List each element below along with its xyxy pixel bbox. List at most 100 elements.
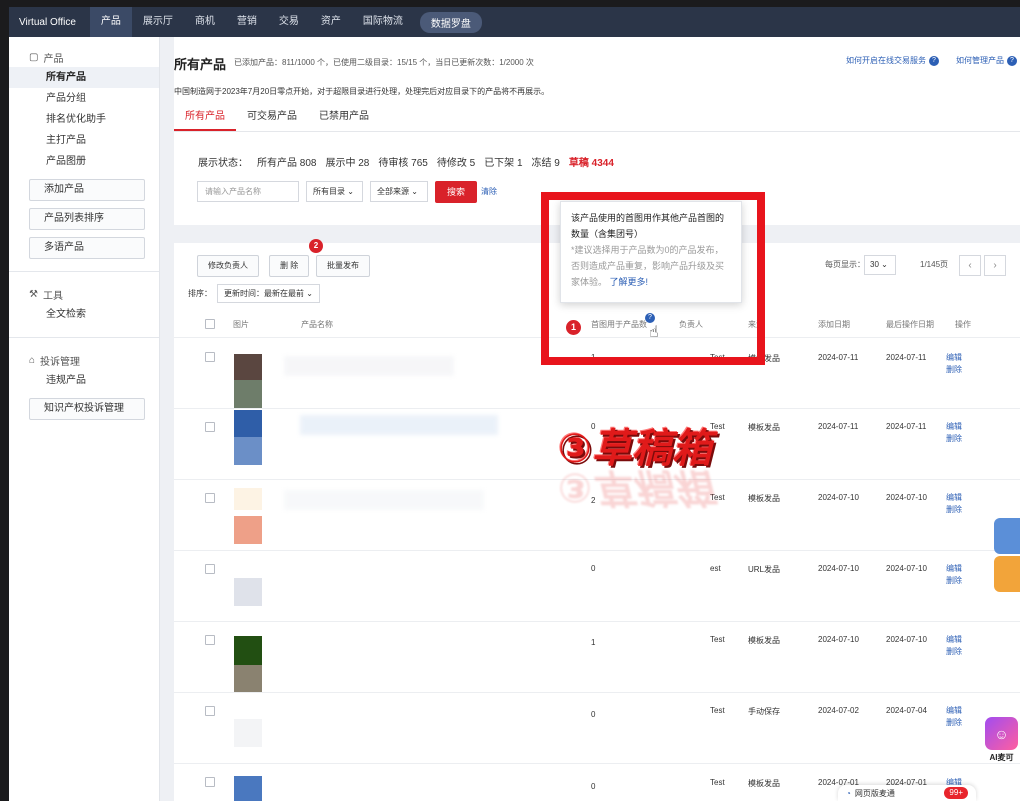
robot-icon[interactable]: ☺	[985, 717, 1018, 750]
nav-item-assets[interactable]: 资产	[310, 7, 352, 37]
product-thumbnail[interactable]	[234, 380, 262, 408]
status-draft[interactable]: 草稿 4344	[569, 154, 614, 169]
status-displaying[interactable]: 展示中 28	[325, 154, 369, 169]
delete-link[interactable]: 删除	[946, 717, 962, 729]
product-thumbnail[interactable]	[234, 719, 262, 747]
next-page-button[interactable]: ›	[984, 255, 1006, 276]
delete-button[interactable]: 删 除	[269, 255, 310, 277]
delete-link[interactable]: 删除	[946, 364, 962, 376]
nav-item-marketing[interactable]: 营销	[226, 7, 268, 37]
chat-label[interactable]: 网页版麦通	[855, 788, 895, 799]
nav-item-trade[interactable]: 交易	[268, 7, 310, 37]
batch-publish-button[interactable]: 批量发布	[316, 255, 370, 277]
edit-link[interactable]: 编辑	[946, 352, 962, 364]
owner: Test	[710, 493, 725, 502]
delete-link[interactable]: 删除	[946, 504, 962, 516]
brand-label[interactable]: Virtual Office	[9, 17, 90, 28]
tab-disabled-products[interactable]: 已禁用产品	[308, 104, 380, 131]
row-checkbox[interactable]	[205, 635, 215, 645]
delete-link[interactable]: 删除	[946, 575, 962, 587]
ai-assistant-label[interactable]: AI麦可	[983, 752, 1020, 763]
category-select[interactable]: 所有目录 ⌄	[306, 181, 363, 202]
source: 手动保存	[748, 707, 780, 716]
clear-link[interactable]: 清除	[481, 186, 497, 197]
status-to-modify[interactable]: 待修改 5	[437, 154, 475, 169]
product-sort-button[interactable]: 产品列表排序	[29, 208, 145, 230]
manage-products-help-link[interactable]: 如何管理产品 ?	[956, 55, 1017, 66]
link-text[interactable]: 如何管理产品	[956, 55, 1004, 66]
status-pending-review[interactable]: 待审核 765	[378, 154, 427, 169]
customer-service-icon[interactable]	[994, 518, 1020, 554]
product-thumbnail[interactable]	[234, 410, 262, 437]
help-icon[interactable]: ?	[929, 55, 939, 66]
online-trade-help-link[interactable]: 如何开启在线交易服务 ?	[846, 55, 939, 66]
product-name-blurred[interactable]	[284, 490, 484, 510]
nav-item-showroom[interactable]: 展示厅	[132, 7, 184, 37]
sidebar-group-product: ▢ 产品	[9, 47, 159, 67]
ai-assistant-widget[interactable]: ☺ AI麦可	[983, 717, 1020, 767]
status-offline[interactable]: 已下架 1	[484, 154, 522, 169]
category-value: 所有目录	[313, 187, 345, 196]
sidebar-item-fulltext-search[interactable]: 全文检索	[9, 304, 159, 325]
col-actions: 操作	[955, 320, 971, 329]
multilang-products-button[interactable]: 多语产品	[29, 237, 145, 259]
sidebar-item-all-products[interactable]: 所有产品	[9, 67, 159, 88]
support-agent-icon[interactable]	[994, 556, 1020, 592]
tab-all-products[interactable]: 所有产品	[174, 104, 236, 131]
product-thumbnail[interactable]	[234, 516, 262, 544]
chevron-down-icon: ⌄	[881, 260, 888, 269]
sort-select[interactable]: 更新时间：最新在最前 ⌄	[217, 284, 320, 303]
table-row: 1 Test 模板发品 2024-07-11 2024-07-11 编辑 删除	[174, 337, 1020, 408]
row-checkbox[interactable]	[205, 422, 215, 432]
sidebar-item-violations[interactable]: 违规产品	[9, 370, 159, 391]
product-thumbnail[interactable]	[234, 665, 262, 693]
nav-item-logistics[interactable]: 国际物流	[352, 7, 414, 37]
product-thumbnail[interactable]	[234, 578, 262, 606]
product-name-blurred[interactable]	[300, 415, 498, 435]
source-select[interactable]: 全部来源 ⌄	[370, 181, 428, 202]
search-button[interactable]: 搜索	[435, 181, 477, 203]
prev-page-button[interactable]: ‹	[959, 255, 981, 276]
nav-item-leads[interactable]: 商机	[184, 7, 226, 37]
learn-more-link[interactable]: 了解更多!	[610, 277, 649, 287]
product-thumbnail[interactable]	[234, 636, 262, 665]
product-thumbnail[interactable]	[234, 437, 262, 465]
product-thumbnail[interactable]	[234, 488, 262, 510]
added-date: 2024-07-02	[818, 706, 859, 715]
tab-tradable-products[interactable]: 可交易产品	[236, 104, 308, 131]
nav-item-product[interactable]: 产品	[89, 7, 132, 37]
select-all-checkbox[interactable]	[205, 319, 215, 329]
edit-link[interactable]: 编辑	[946, 634, 962, 646]
row-checkbox[interactable]	[205, 564, 215, 574]
status-frozen[interactable]: 冻结 9	[532, 154, 560, 169]
help-icon[interactable]: ?	[1007, 55, 1017, 66]
row-checkbox[interactable]	[205, 777, 215, 787]
web-chat-bar[interactable]: ◔ 网页版麦通 99+	[838, 785, 976, 801]
row-checkbox[interactable]	[205, 493, 215, 503]
sidebar-item-catalog[interactable]: 产品图册	[9, 151, 159, 172]
data-compass-button[interactable]: 数据罗盘	[419, 11, 482, 33]
edit-link[interactable]: 编辑	[946, 421, 962, 433]
link-text[interactable]: 如何开启在线交易服务	[846, 55, 926, 66]
product-name-search-input[interactable]: 请输入产品名称	[197, 181, 299, 202]
add-product-button[interactable]: 添加产品	[29, 179, 145, 201]
delete-link[interactable]: 删除	[946, 433, 962, 445]
delete-link[interactable]: 删除	[946, 646, 962, 658]
owner: Test	[710, 706, 725, 715]
row-checkbox[interactable]	[205, 352, 215, 362]
edit-link[interactable]: 编辑	[946, 492, 962, 504]
modify-owner-button[interactable]: 修改负责人	[197, 255, 259, 277]
sidebar-item-ranking-helper[interactable]: 排名优化助手	[9, 109, 159, 130]
product-thumbnail[interactable]	[234, 354, 262, 380]
ip-complaint-button[interactable]: 知识产权投诉管理	[29, 398, 145, 420]
status-all[interactable]: 所有产品 808	[257, 154, 316, 169]
row-checkbox[interactable]	[205, 706, 215, 716]
sidebar-item-main-products[interactable]: 主打产品	[9, 130, 159, 151]
row-actions: 编辑 删除	[946, 634, 962, 658]
per-page-select[interactable]: 30 ⌄	[864, 255, 896, 275]
edit-link[interactable]: 编辑	[946, 705, 962, 717]
product-name-blurred[interactable]	[284, 356, 454, 376]
sidebar-item-product-groups[interactable]: 产品分组	[9, 88, 159, 109]
product-thumbnail[interactable]	[234, 776, 262, 801]
edit-link[interactable]: 编辑	[946, 563, 962, 575]
